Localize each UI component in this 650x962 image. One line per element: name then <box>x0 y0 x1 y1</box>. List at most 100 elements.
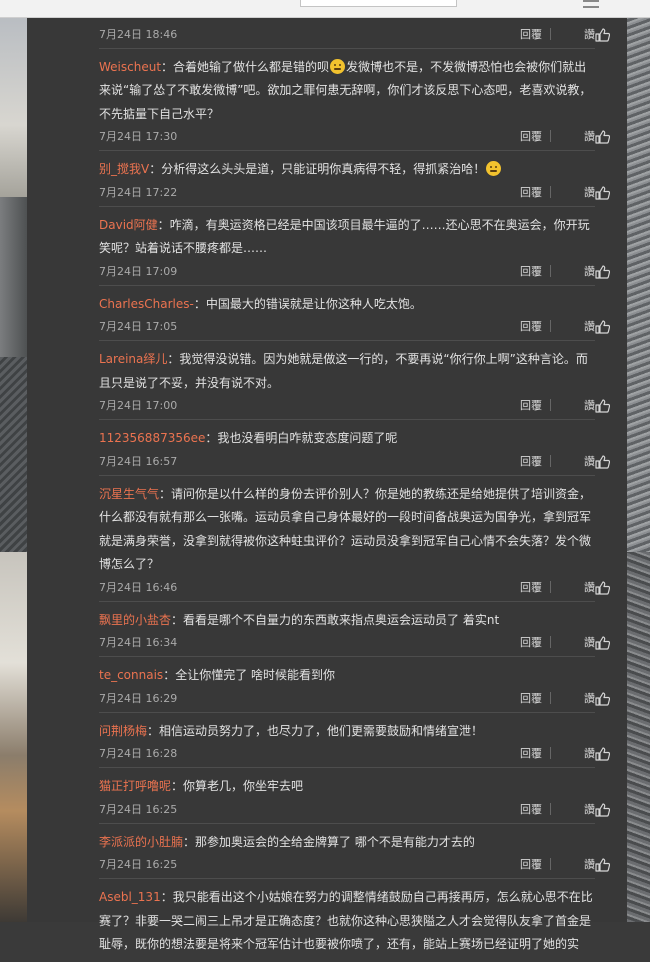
comment-meta: 7月24日 17:05 回覆 讚 <box>99 317 610 335</box>
comment-username[interactable]: 飘里的小盐杏 <box>99 613 171 627</box>
comment-meta: 7月24日 17:22 回覆 讚 <box>99 183 610 201</box>
comment-item: 飘里的小盐杏：看看是哪个不自量力的东西敢来指点奥运会运动员了 着实nt 7月24日… <box>99 602 610 657</box>
like-button[interactable]: 讚 <box>559 183 610 201</box>
comment-text-block: 问荆杨梅：相信运动员努力了，也尽力了，他们更需要鼓励和情绪宣泄！ <box>99 720 595 744</box>
comment-meta: 7月24日 17:00 回覆 讚 <box>99 396 610 414</box>
comment-timestamp: 7月24日 16:34 <box>99 636 178 649</box>
comment-item: Weischeut：合着她输了做什么都是错的呗 发微博也不是，不发微博恐怕也会被你… <box>99 49 610 151</box>
comment-item: Asebl_131：我只能看出这个小姑娘在努力的调整情绪鼓励自己再接再厉，怎么就… <box>99 879 595 962</box>
like-label: 讚 <box>584 454 595 468</box>
comment-separator: ： <box>161 59 174 74</box>
like-button[interactable]: 讚 <box>559 452 610 470</box>
comment-actions: 回覆 讚 <box>475 800 610 818</box>
comment-body: 中国最大的错误就是让你这种人吃太饱。 <box>205 296 422 311</box>
reply-button[interactable]: 回覆 <box>520 634 542 650</box>
like-button[interactable]: 讚 <box>559 855 610 873</box>
action-divider <box>550 580 551 593</box>
comment-meta: 7月24日 17:30 回覆 讚 <box>99 127 610 145</box>
comment-text-block: te_connais：全让你懂完了 啥时候能看到你 <box>99 664 595 688</box>
comment-timestamp: 7月24日 16:25 <box>99 802 178 816</box>
comment-body: 相信运动员努力了，也尽力了，他们更需要鼓励和情绪宣泄！ <box>159 723 484 738</box>
comment-separator: ： <box>163 668 176 682</box>
comment-body: 咋滴，有奥运资格已经是中国该项目最牛逼的了……还心思不在奥运会，你开玩笑呢？站着… <box>99 217 590 256</box>
comment-timestamp: 7月24日 17:00 <box>99 399 178 412</box>
like-button[interactable]: 讚 <box>559 127 610 145</box>
reply-button[interactable]: 回覆 <box>520 184 542 200</box>
reply-button[interactable]: 回覆 <box>520 318 542 334</box>
comment-body: 看看是哪个不自量力的东西敢来指点奥运会运动员了 着实nt <box>183 612 500 627</box>
like-label: 讚 <box>584 580 595 594</box>
comment-text-block: Asebl_131：我只能看出这个小姑娘在努力的调整情绪鼓励自己再接再厉，怎么就… <box>99 886 595 957</box>
comment-username[interactable]: te_connais <box>99 668 163 682</box>
reply-button[interactable]: 回覆 <box>520 801 542 817</box>
comment-username[interactable]: 112356887356ee <box>99 431 205 445</box>
address-bar[interactable] <box>300 0 457 7</box>
comment-username[interactable]: 猫正打呼噜呢 <box>99 779 171 793</box>
comment-username[interactable]: 别_搅我V <box>99 162 149 176</box>
like-button[interactable]: 讚 <box>559 633 610 651</box>
comment-timestamp: 7月24日 16:28 <box>99 747 178 760</box>
comment-text-block: David阿健：咋滴，有奥运资格已经是中国该项目最牛逼的了……还心思不在奥运会，… <box>99 214 595 261</box>
reply-button[interactable]: 回覆 <box>520 263 542 279</box>
comment-body: 我也没看明白咋就变态度问题了呢 <box>217 431 398 445</box>
browser-menu-icon[interactable] <box>583 0 599 8</box>
comment-meta: 7月24日 18:46 回覆 讚 <box>99 25 610 43</box>
comment-actions: 回覆 讚 <box>475 396 610 414</box>
comment-username[interactable]: Weischeut <box>99 60 161 74</box>
comment-timestamp: 7月24日 17:09 <box>99 264 178 278</box>
background-image-right <box>627 17 650 922</box>
comment-actions: 回覆 讚 <box>475 262 610 280</box>
comment-meta: 7月24日 16:25 回覆 讚 <box>99 800 610 818</box>
like-label: 讚 <box>584 320 595 333</box>
comment-actions: 回覆 讚 <box>475 452 610 470</box>
reply-button[interactable]: 回覆 <box>520 453 542 469</box>
action-divider <box>550 185 551 198</box>
like-button[interactable]: 讚 <box>559 25 610 43</box>
comment-actions: 回覆 讚 <box>475 25 610 43</box>
like-button[interactable]: 讚 <box>559 744 610 762</box>
comment-username[interactable]: 沉星生气气 <box>99 487 159 501</box>
comment-username[interactable]: 问荆杨梅 <box>99 724 147 738</box>
like-button[interactable]: 讚 <box>559 396 610 414</box>
comment-separator: ： <box>171 779 184 793</box>
like-button[interactable]: 讚 <box>559 800 610 818</box>
action-divider <box>550 454 551 467</box>
comment-text-block: 飘里的小盐杏：看看是哪个不自量力的东西敢来指点奥运会运动员了 着实nt <box>99 609 595 633</box>
reply-button[interactable]: 回覆 <box>520 128 542 144</box>
comment-username[interactable]: David阿健 <box>99 218 158 232</box>
comment-username[interactable]: Asebl_131 <box>99 890 161 904</box>
like-button[interactable]: 讚 <box>559 578 610 596</box>
reply-button[interactable]: 回覆 <box>520 690 542 706</box>
reply-button[interactable]: 回覆 <box>520 579 542 595</box>
comment-meta: 7月24日 16:25 回覆 讚 <box>99 855 610 873</box>
like-button[interactable]: 讚 <box>559 262 610 280</box>
comment-body: 分析得这么头头是道，只能证明你真病得不轻，得抓紧治哈！ <box>161 162 486 176</box>
reply-button[interactable]: 回覆 <box>520 745 542 761</box>
comment-text-block: 112356887356ee：我也没看明白咋就变态度问题了呢 <box>99 427 595 451</box>
comment-meta: 7月24日 16:29 回覆 讚 <box>99 689 610 707</box>
reply-button[interactable]: 回覆 <box>520 26 542 42</box>
like-label: 讚 <box>584 185 595 199</box>
comment-meta: 7月24日 17:09 回覆 讚 <box>99 262 610 280</box>
comment-separator: ： <box>157 217 170 232</box>
like-label: 讚 <box>584 747 595 760</box>
comment-username[interactable]: CharlesCharles- <box>99 297 194 311</box>
comment-timestamp: 7月24日 16:29 <box>99 691 178 705</box>
comment-list: 1tue：我确实没想到有什么不妥的7月24日 18:46回覆讚Weischeut… <box>99 0 610 962</box>
action-divider <box>550 320 551 332</box>
comment-item: Lareina绎儿：我觉得没说错。因为她就是做这一行的，不要再说“你行你上啊”这… <box>99 341 610 420</box>
like-button[interactable]: 讚 <box>559 317 610 335</box>
like-label: 讚 <box>584 858 595 871</box>
action-divider <box>550 264 551 277</box>
reply-button[interactable]: 回覆 <box>520 856 542 872</box>
action-divider <box>550 858 551 870</box>
comment-username[interactable]: 李派派的小肚腩 <box>99 835 183 849</box>
reply-button[interactable]: 回覆 <box>520 397 542 413</box>
comment-text-block: Lareina绎儿：我觉得没说错。因为她就是做这一行的，不要再说“你行你上啊”这… <box>99 348 595 395</box>
comment-username[interactable]: Lareina绎儿 <box>99 352 167 366</box>
like-button[interactable]: 讚 <box>559 689 610 707</box>
comment-timestamp: 7月24日 17:30 <box>99 130 178 143</box>
comment-separator: ： <box>171 612 184 627</box>
emoji-icon <box>330 58 346 74</box>
comment-item: 沉星生气气：请问你是以什么样的身份去评价别人？你是她的教练还是给她提供了培训资金… <box>99 476 610 602</box>
